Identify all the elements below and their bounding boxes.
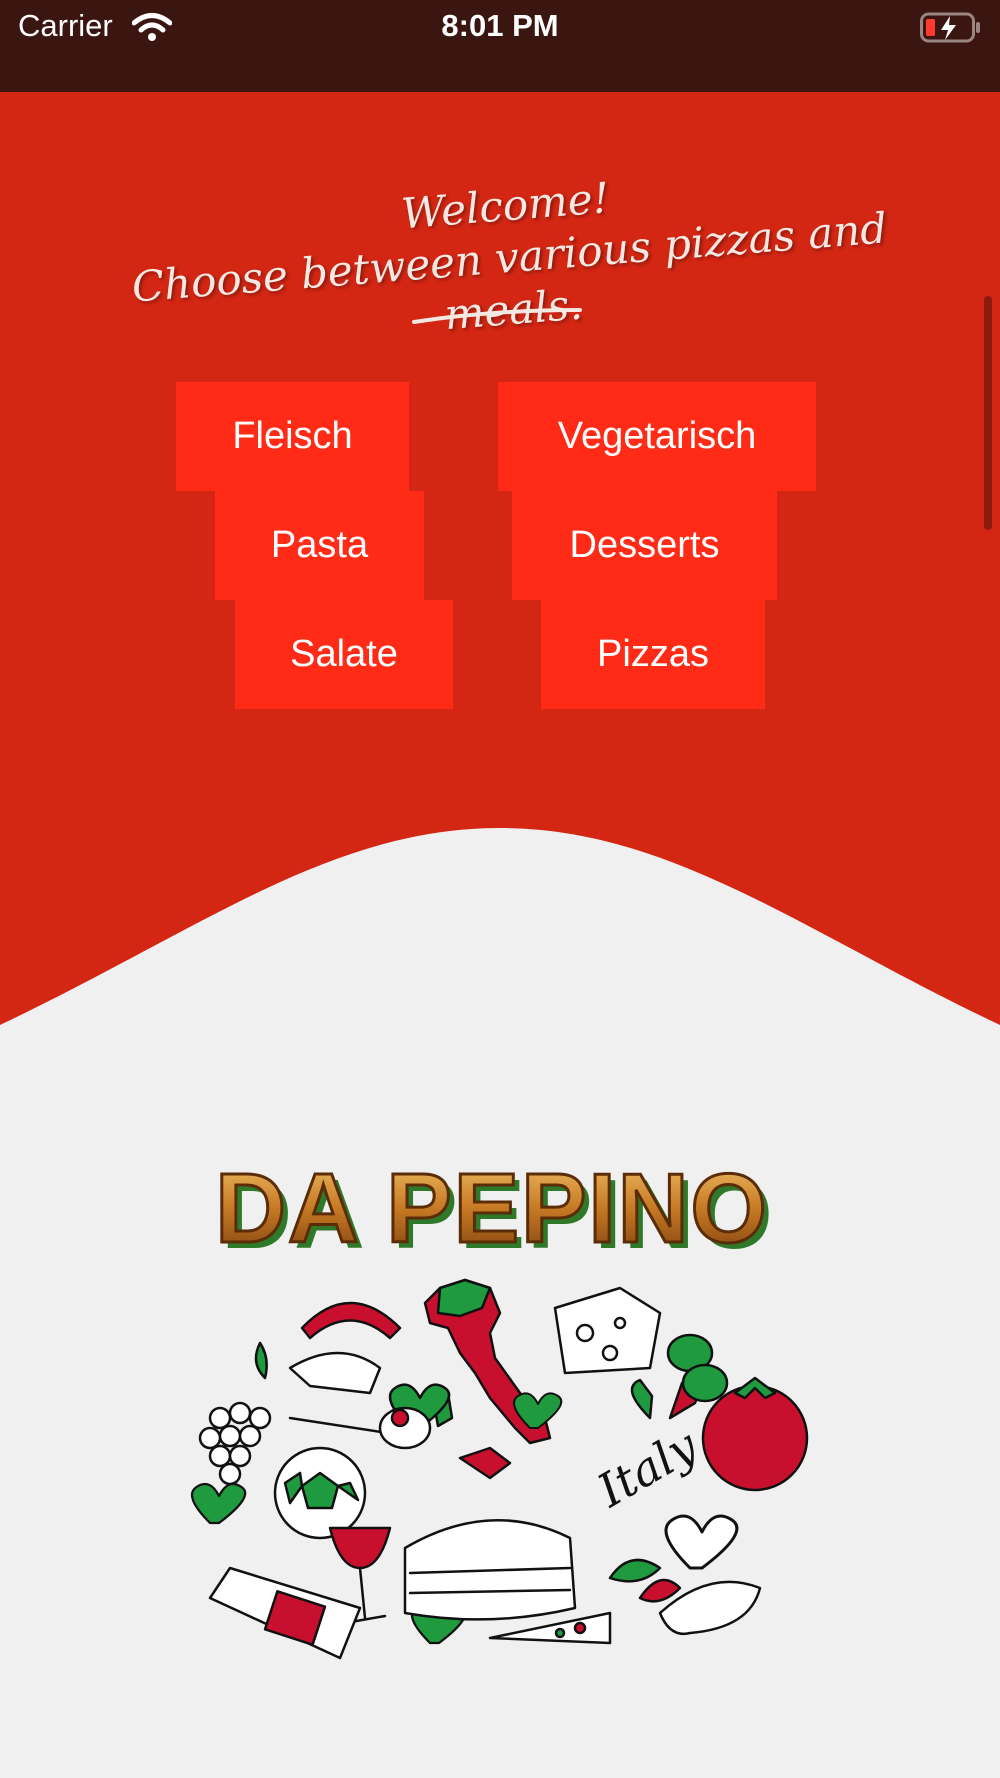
italy-food-illustration: Italy: [190, 1278, 809, 1660]
svg-text:DA PEPINO: DA PEPINO: [215, 1153, 768, 1263]
status-bar: Carrier 8:01 PM: [0, 0, 1000, 92]
category-pizzas-button[interactable]: Pizzas: [541, 600, 765, 709]
wave-divider: [0, 828, 1000, 1060]
da-pepino-logo: DA PEPINO DA PEPINO: [214, 1152, 773, 1270]
category-salate-button[interactable]: Salate: [235, 600, 453, 709]
category-vegetarisch-button[interactable]: Vegetarisch: [498, 382, 816, 491]
welcome-underline: [412, 308, 582, 324]
category-pasta-button[interactable]: Pasta: [215, 491, 424, 600]
battery-charging-icon: [920, 12, 980, 43]
status-time: 8:01 PM: [441, 8, 559, 43]
category-desserts-button[interactable]: Desserts: [512, 491, 777, 600]
category-fleisch-button[interactable]: Fleisch: [176, 382, 409, 491]
svg-text:Italy: Italy: [588, 1418, 707, 1518]
scroll-indicator[interactable]: [984, 296, 992, 530]
